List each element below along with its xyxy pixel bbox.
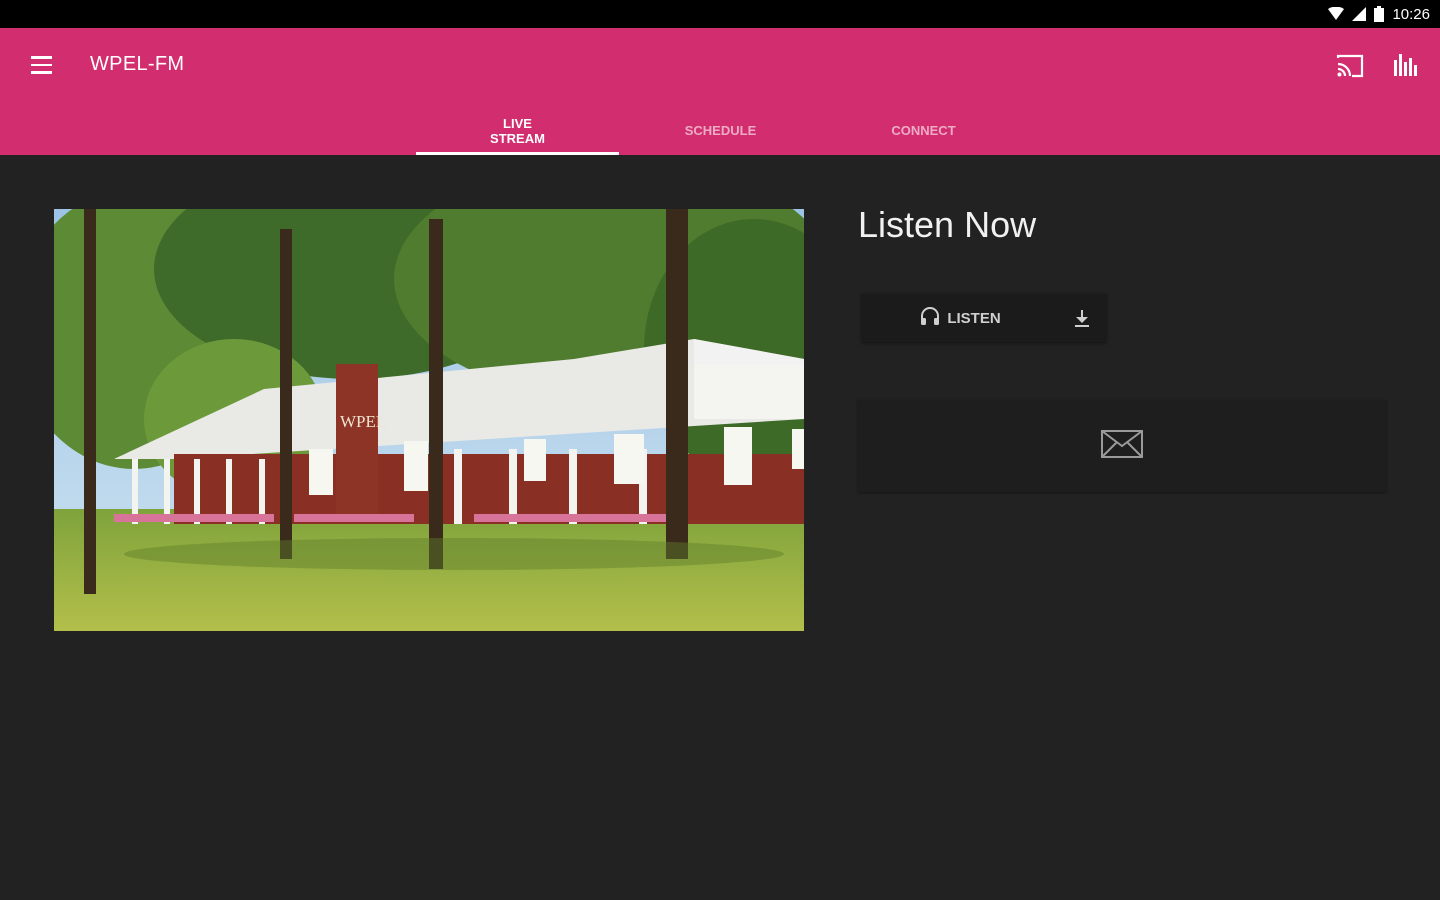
- tab-bar: LIVE STREAM SCHEDULE CONNECT: [416, 106, 1025, 155]
- app-title: WPEL-FM: [90, 53, 185, 75]
- chimney-sign-text: WPEL: [340, 412, 386, 431]
- headphones-icon: [919, 305, 941, 331]
- menu-icon[interactable]: [22, 46, 60, 84]
- app-bar: WPEL-FM LIVE STREAM SCHEDULE CONNECT: [0, 28, 1440, 155]
- listen-button-label: LISTEN: [947, 309, 1001, 327]
- envelope-icon: [1101, 429, 1143, 463]
- tab-schedule[interactable]: SCHEDULE: [619, 106, 822, 155]
- cast-icon[interactable]: [1332, 48, 1368, 84]
- status-bar: 10:26: [0, 0, 1440, 28]
- equalizer-icon[interactable]: [1388, 48, 1422, 84]
- tab-label: SCHEDULE: [684, 123, 757, 138]
- battery-icon: [1374, 6, 1385, 22]
- listen-button-group: LISTEN: [862, 294, 1106, 342]
- tab-connect[interactable]: CONNECT: [822, 106, 1025, 155]
- listen-now-heading: Listen Now: [858, 204, 1037, 245]
- tab-label: CONNECT: [891, 123, 956, 138]
- listen-button[interactable]: LISTEN: [862, 294, 1058, 342]
- download-icon[interactable]: [1058, 294, 1106, 342]
- tab-label: LIVE STREAM: [490, 115, 545, 146]
- cellular-signal-icon: [1352, 7, 1367, 21]
- contact-email-button[interactable]: [858, 400, 1386, 492]
- status-time: 10:26: [1392, 5, 1430, 23]
- wifi-icon: [1328, 7, 1345, 21]
- station-building-photo: WPEL: [54, 209, 804, 631]
- tab-live-stream[interactable]: LIVE STREAM: [416, 106, 619, 155]
